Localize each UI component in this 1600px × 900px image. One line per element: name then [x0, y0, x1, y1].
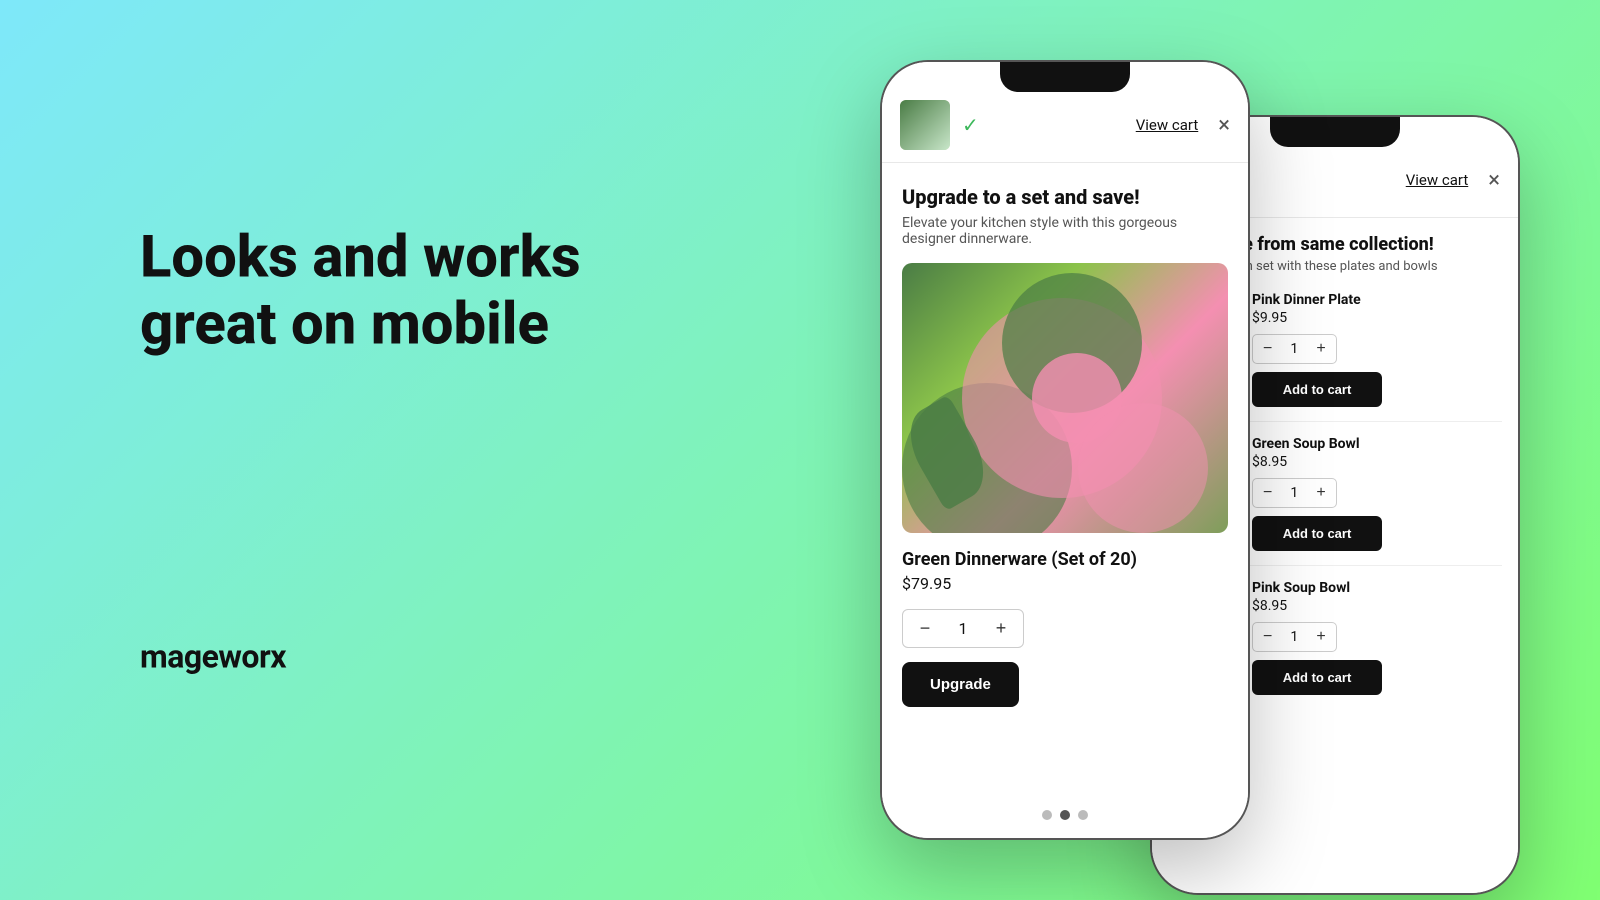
phone-1: ✓ View cart × Upgrade to a set and save!… [880, 60, 1250, 840]
product-3-info: Pink Soup Bowl $8.95 − 1 + Add to cart [1252, 580, 1502, 695]
product-1-qty-increase[interactable]: + [1316, 340, 1325, 358]
product-2-name: Green Soup Bowl [1252, 436, 1502, 452]
product-1-name: Pink Dinner Plate [1252, 292, 1502, 308]
phone-1-header-thumb [900, 100, 950, 150]
phone-1-pagination-dots [882, 810, 1248, 820]
product-1-info: Pink Dinner Plate $9.95 − 1 + Add to car… [1252, 292, 1502, 407]
product-3-qty-control: − 1 + [1252, 622, 1337, 652]
product-1-qty-value: 1 [1284, 341, 1304, 357]
phone-1-check-icon: ✓ [962, 113, 1124, 137]
dot-2-active [1060, 810, 1070, 820]
phone-1-product-name: Green Dinnerware (Set of 20) [902, 549, 1228, 570]
phones-wrapper: ✓ View cart × Grab more from same collec… [820, 0, 1600, 900]
product-2-qty-control: − 1 + [1252, 478, 1337, 508]
product-2-add-to-cart-button[interactable]: Add to cart [1252, 516, 1382, 551]
phone-1-product-image [902, 263, 1228, 533]
phone-1-screen: ✓ View cart × Upgrade to a set and save!… [882, 62, 1248, 838]
product-3-add-to-cart-button[interactable]: Add to cart [1252, 660, 1382, 695]
phone-1-qty-value: 1 [951, 619, 975, 638]
product-1-add-to-cart-button[interactable]: Add to cart [1252, 372, 1382, 407]
product-3-qty-increase[interactable]: + [1316, 628, 1325, 646]
product-3-price: $8.95 [1252, 598, 1502, 614]
product-2-price: $8.95 [1252, 454, 1502, 470]
phone-1-body: Upgrade to a set and save! Elevate your … [882, 163, 1248, 729]
phone-1-upgrade-title: Upgrade to a set and save! [902, 185, 1228, 209]
product-1-qty-control: − 1 + [1252, 334, 1337, 364]
phone-1-product-price: $79.95 [902, 574, 1228, 593]
product-2-info: Green Soup Bowl $8.95 − 1 + Add to cart [1252, 436, 1502, 551]
phone-1-qty-increase[interactable]: + [991, 618, 1011, 639]
product-2-qty-decrease[interactable]: − [1263, 484, 1272, 502]
product-2-qty-increase[interactable]: + [1316, 484, 1325, 502]
brand-logo: mageworx [140, 638, 620, 676]
phone-1-view-cart-link[interactable]: View cart [1136, 116, 1199, 134]
phone-1-notch [1000, 62, 1130, 92]
dot-1 [1042, 810, 1052, 820]
left-section: Looks and works great on mobile mageworx [140, 224, 620, 675]
phone-1-qty-decrease[interactable]: − [915, 618, 935, 639]
dot-3 [1078, 810, 1088, 820]
product-1-qty-decrease[interactable]: − [1263, 340, 1272, 358]
product-3-name: Pink Soup Bowl [1252, 580, 1502, 596]
product-3-qty-value: 1 [1284, 629, 1304, 645]
product-3-qty-decrease[interactable]: − [1263, 628, 1272, 646]
phone-1-close-icon[interactable]: × [1218, 113, 1230, 138]
phone-2-view-cart-link[interactable]: View cart [1406, 171, 1469, 189]
product-1-price: $9.95 [1252, 310, 1502, 326]
headline: Looks and works great on mobile [140, 224, 620, 357]
product-2-qty-value: 1 [1284, 485, 1304, 501]
phone-2-close-icon[interactable]: × [1488, 168, 1500, 193]
phone-2-notch [1270, 117, 1400, 147]
phone-1-upgrade-subtitle: Elevate your kitchen style with this gor… [902, 215, 1228, 247]
phone-1-upgrade-button[interactable]: Upgrade [902, 662, 1019, 707]
phone-2-check-icon: ✓ [1232, 168, 1394, 192]
phone-1-qty-control: − 1 + [902, 609, 1024, 648]
